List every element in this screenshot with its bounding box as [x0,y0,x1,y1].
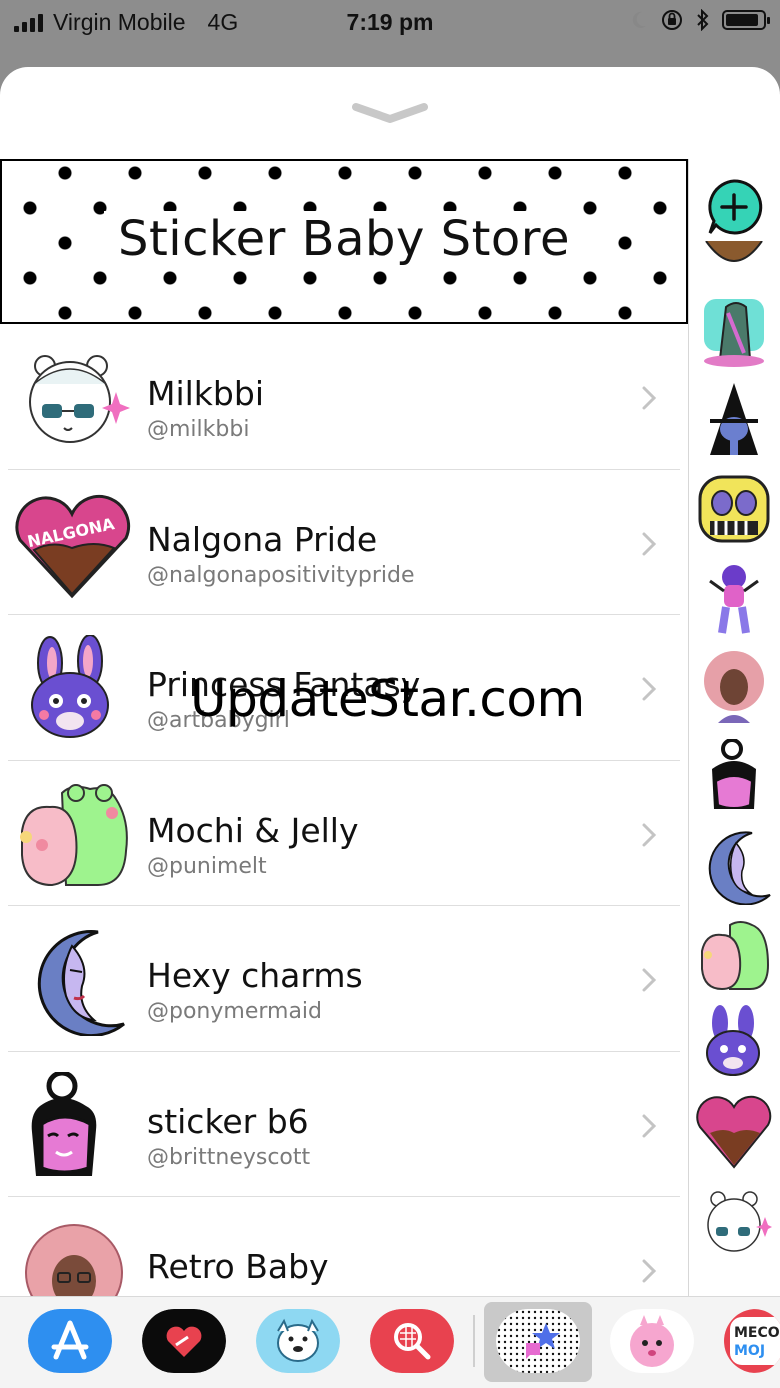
witch-icon[interactable] [696,381,772,457]
list-item[interactable]: Mochi & Jelly @punimelt [0,761,688,906]
list-item[interactable]: sticker b6 @brittneyscott [0,1052,688,1197]
dog-app-icon[interactable] [256,1309,340,1373]
girl-sticker-icon [31,1071,97,1176]
banner-title: Sticker Baby Store [2,211,686,267]
heart-app-icon[interactable] [142,1309,226,1373]
pack-name: Hexy charms [147,956,363,995]
svg-text:MECO: MECO [734,1325,780,1341]
chevron-right-icon [642,823,657,846]
status-right [630,8,770,32]
list-item[interactable]: NALGONA Nalgona Pride @nalgonapositivity… [0,470,688,615]
bun-girl-icon[interactable] [696,739,772,815]
chevron-right-icon [642,1114,657,1137]
mochi-jelly-sticker-icon [20,783,128,886]
list-item[interactable]: Milkbbi @milkbbi [0,324,688,470]
chevron-right-icon [642,677,657,701]
sticker-pack-list: Milkbbi @milkbbi NALGONA Nalgona Pride @… [0,324,688,1343]
moon-sticker-icon [37,930,125,1036]
pink-blob-app-icon[interactable] [610,1309,694,1373]
app-drawer: MECO MOJ [0,1296,780,1388]
milkbbi-icon[interactable] [696,1185,772,1261]
moon-icon[interactable] [696,829,772,905]
search-app-icon[interactable] [370,1309,454,1373]
pack-name: Milkbbi [147,374,264,413]
sticker-baby-app-icon[interactable] [496,1309,580,1373]
pack-name: Princess Fantasy [147,665,421,704]
status-bar: Virgin Mobile 4G 7:19 pm [0,0,780,44]
skull-icon[interactable] [696,471,772,547]
pack-handle: @nalgonapositivitypride [147,562,415,588]
bunny-icon[interactable] [696,1005,772,1081]
battery-icon [722,10,770,30]
dock-divider [473,1315,475,1367]
partial-sticker-icon[interactable] [696,241,772,269]
chevron-right-icon [642,1259,657,1283]
svg-text:MOJ: MOJ [734,1343,765,1359]
chevron-right-icon [642,968,657,992]
sticker-rail [692,159,780,1299]
bluetooth-icon [697,9,709,31]
milkbbi-sticker-icon [29,355,130,443]
bunny-sticker-icon [31,635,109,738]
pack-handle: @milkbbi [147,417,250,442]
chevron-right-icon [642,532,657,555]
moon-status-icon [632,11,646,28]
pack-handle: @brittneyscott [147,1144,311,1170]
meco-moji-app-icon[interactable]: MECO MOJ [724,1309,780,1373]
add-sticker-icon[interactable] [702,175,766,239]
heart-sticker-icon: NALGONA [15,494,131,598]
store-banner: Sticker Baby Store [0,159,688,324]
app-store-icon[interactable] [28,1309,112,1373]
pack-name: Mochi & Jelly [147,810,359,850]
pack-name: sticker b6 [147,1101,309,1141]
pack-handle: @punimelt [147,853,267,879]
pack-handle: @ponymermaid [147,999,323,1024]
dancer-icon[interactable] [696,561,772,637]
list-item[interactable]: Hexy charms @ponymermaid [0,906,688,1052]
rotation-lock-icon [662,10,682,30]
pack-name: Nalgona Pride [147,519,378,559]
mochi-icon[interactable] [696,917,772,993]
collapse-chevron-icon[interactable] [352,101,428,123]
pack-handle: @artbabygirl [147,708,290,733]
crystal-icon[interactable] [696,293,772,369]
sticker-store-sheet: Sticker Baby Store Milkbbi @milkbbi NALG… [0,67,780,1387]
rail-divider [688,159,689,1299]
list-item[interactable]: Princess Fantasy @artbabygirl [0,615,688,761]
heart-icon[interactable] [696,1089,772,1169]
curly-girl-icon[interactable] [696,649,772,725]
chevron-right-icon [642,386,657,410]
pack-name: Retro Baby [147,1247,329,1286]
